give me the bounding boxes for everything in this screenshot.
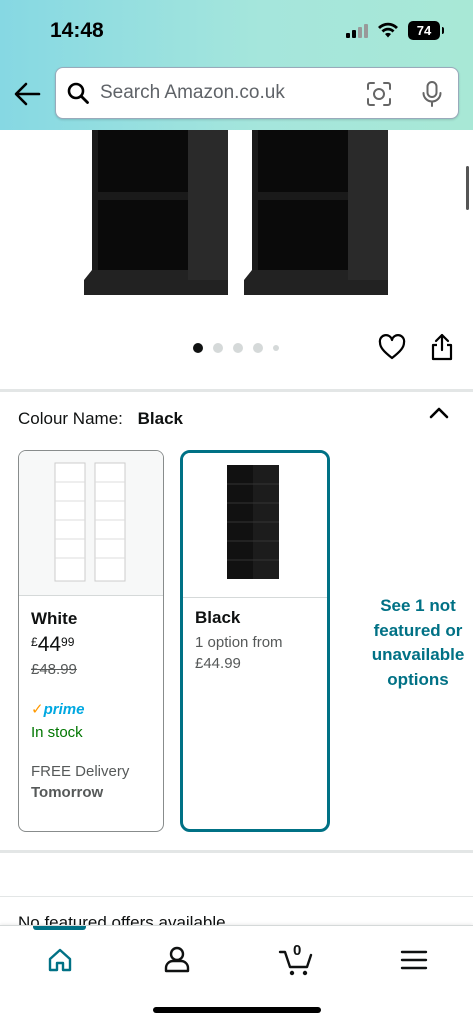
section-divider [0, 850, 473, 853]
delivery-label: FREE Delivery [31, 763, 130, 780]
prime-badge: ✓prime [31, 700, 155, 718]
gallery-dot[interactable] [233, 343, 243, 353]
prime-label: prime [43, 701, 85, 718]
search-bar[interactable] [55, 67, 459, 119]
prime-check-icon: ✓ [31, 701, 44, 718]
home-icon[interactable] [40, 940, 80, 980]
price-symbol: £ [31, 635, 38, 649]
gallery-dot[interactable] [273, 345, 279, 351]
option-price: £4499 [31, 633, 155, 657]
price-fraction: 99 [61, 635, 75, 649]
stock-status: In stock [31, 724, 83, 741]
back-arrow-icon[interactable] [12, 80, 42, 108]
option-image-black [183, 453, 327, 598]
chevron-up-icon[interactable] [428, 406, 450, 420]
gallery-dot-active[interactable] [193, 343, 203, 353]
divider [0, 896, 473, 897]
wifi-icon [378, 22, 398, 38]
camera-scan-icon[interactable] [366, 81, 392, 107]
microphone-icon[interactable] [420, 80, 444, 108]
cellular-signal-icon [346, 24, 370, 38]
nav-active-indicator [33, 926, 86, 930]
colour-selector-header: Colour Name: Black [18, 409, 183, 429]
colour-option-black[interactable]: Black 1 option from £44.99 [180, 450, 330, 832]
cart-button[interactable]: 0 [276, 940, 316, 980]
share-icon[interactable] [430, 333, 454, 361]
account-icon[interactable] [157, 940, 197, 980]
colour-label: Colour Name: [18, 409, 123, 428]
home-indicator [153, 1007, 321, 1013]
menu-icon[interactable] [394, 940, 434, 980]
status-time: 14:48 [50, 19, 104, 42]
colour-option-white[interactable]: White £4499 £48.99 ✓prime In stock FREE … [18, 450, 164, 832]
gallery-dot[interactable] [213, 343, 223, 353]
heart-icon[interactable] [378, 334, 406, 360]
product-image[interactable] [0, 130, 473, 305]
status-bar: 14:48 74 [0, 0, 473, 56]
option-name: White [31, 609, 78, 628]
option-availability: 1 option from [195, 634, 283, 651]
scroll-indicator [466, 166, 469, 210]
option-name: Black [195, 608, 241, 627]
colour-value: Black [137, 409, 183, 428]
see-unavailable-options-link[interactable]: See 1 not featured or unavailable option… [360, 594, 473, 692]
section-divider [0, 389, 473, 392]
gallery-dot[interactable] [253, 343, 263, 353]
delivery-day: Tomorrow [31, 784, 104, 801]
battery-icon: 74 [408, 21, 444, 40]
search-icon [67, 82, 89, 104]
cart-count: 0 [293, 942, 302, 959]
option-image-white [19, 451, 163, 596]
option-from-price: £44.99 [195, 655, 241, 672]
search-input[interactable] [100, 78, 350, 108]
price-whole: 44 [37, 633, 62, 656]
shelf-unit-image [84, 130, 388, 295]
header-bar: 14:48 74 [0, 0, 473, 130]
was-price: £48.99 [31, 661, 77, 678]
